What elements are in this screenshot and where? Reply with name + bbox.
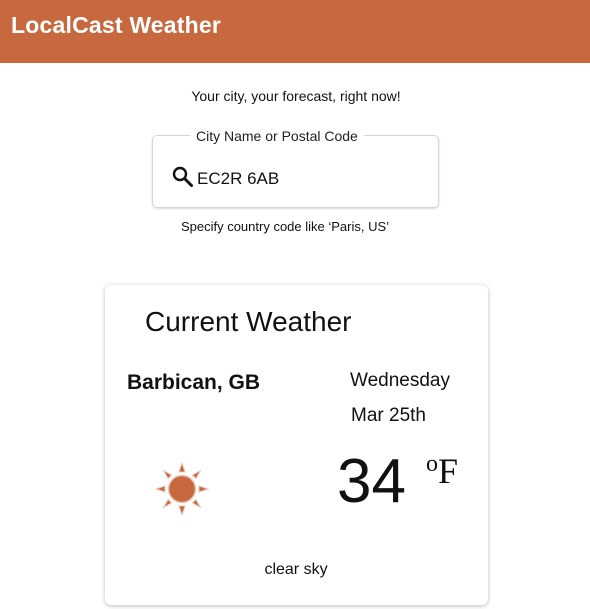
search-icon[interactable] <box>171 165 195 189</box>
search-helper-text: Specify country code like ‘Paris, US’ <box>180 219 390 234</box>
temperature-unit: oF <box>426 452 458 489</box>
search-input[interactable] <box>197 166 427 192</box>
tagline: Your city, your forecast, right now! <box>191 88 401 104</box>
app-title: LocalCast Weather <box>11 12 222 38</box>
weather-condition: clear sky <box>264 561 328 578</box>
degree-symbol: o <box>426 451 438 477</box>
temperature-value: 34 <box>337 447 406 516</box>
sun-icon <box>155 462 209 516</box>
unit-letter: F <box>438 451 459 491</box>
search-field-label: City Name or Postal Code <box>190 128 364 144</box>
location-label: Barbican, GB <box>127 371 261 394</box>
card-title: Current Weather <box>145 306 352 337</box>
app-header: LocalCast Weather <box>0 0 590 63</box>
day-label: Wednesday <box>350 370 450 391</box>
date-label: Mar 25th <box>351 405 426 426</box>
